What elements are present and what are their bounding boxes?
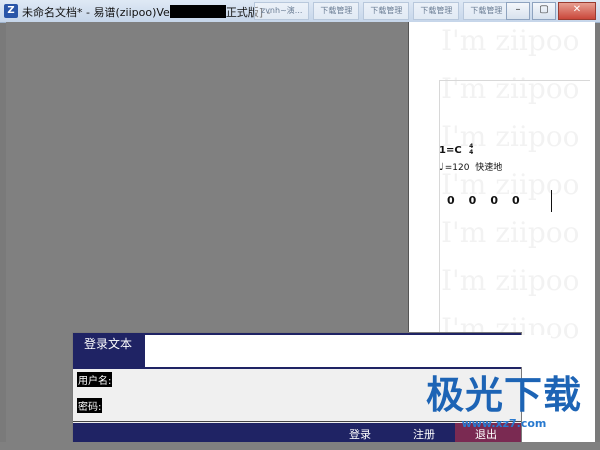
note[interactable]: 0: [447, 194, 455, 207]
password-input[interactable]: [117, 397, 471, 419]
site-watermark-logo: 极光下载 www.xz7.com: [426, 364, 582, 430]
task-item: 下载管理: [463, 2, 510, 20]
text-cursor: [551, 190, 552, 212]
time-signature: 4 4: [469, 144, 473, 156]
quarter-note-icon: ♩: [439, 162, 444, 173]
minimize-button[interactable]: –: [506, 2, 530, 20]
login-text-label: 登录文本: [84, 337, 133, 351]
logo-title: 极光下载: [425, 373, 582, 417]
tempo-marking[interactable]: ♩=120 快速地: [439, 160, 502, 173]
title-bar: Z 未命名文档* - 易谱(ziipoo)Ve 正式版] - zvnh~演... …: [0, 0, 600, 23]
tempo-word: 快速地: [475, 163, 503, 173]
time-denominator: 4: [469, 149, 474, 156]
watermark-text: I'm ziipoo: [441, 24, 580, 57]
close-button[interactable]: ✕: [558, 2, 596, 20]
note[interactable]: 0: [512, 194, 520, 207]
confirm-button[interactable]: 确定: [483, 343, 505, 359]
task-item: zvnh~演...: [254, 2, 310, 20]
maximize-button[interactable]: ▢: [532, 2, 556, 20]
note[interactable]: 0: [469, 194, 477, 207]
app-window: Z 未命名文档* - 易谱(ziipoo)Ve 正式版] - zvnh~演... …: [0, 0, 600, 450]
username-input[interactable]: [117, 371, 471, 393]
key-label: 1=C: [439, 145, 462, 156]
task-item: 下载管理: [313, 2, 360, 20]
app-icon: Z: [4, 4, 18, 18]
taskbar-ghosts: zvnh~演... 下载管理 下载管理 下载管理 下载管理: [254, 2, 510, 20]
window-title: 未命名文档* - 易谱(ziipoo)Ve 正式版] -: [22, 4, 271, 20]
title-prefix: 未命名文档* - 易谱(ziipoo)Ve: [22, 6, 170, 19]
window-controls: – ▢ ✕: [506, 2, 596, 20]
task-item: 下载管理: [363, 2, 410, 20]
tempo-value: =120: [444, 163, 470, 173]
key-signature[interactable]: 1=C 4 4: [439, 144, 473, 157]
login-button[interactable]: 登录: [349, 426, 371, 442]
username-label: 用户名:: [77, 372, 113, 387]
bottom-edge: [0, 442, 600, 450]
task-item: 下载管理: [413, 2, 460, 20]
redaction-block: [169, 5, 226, 18]
password-label: 密码:: [77, 398, 103, 413]
note-sequence: 0 0 0 0: [447, 194, 520, 207]
note[interactable]: 0: [490, 194, 498, 207]
